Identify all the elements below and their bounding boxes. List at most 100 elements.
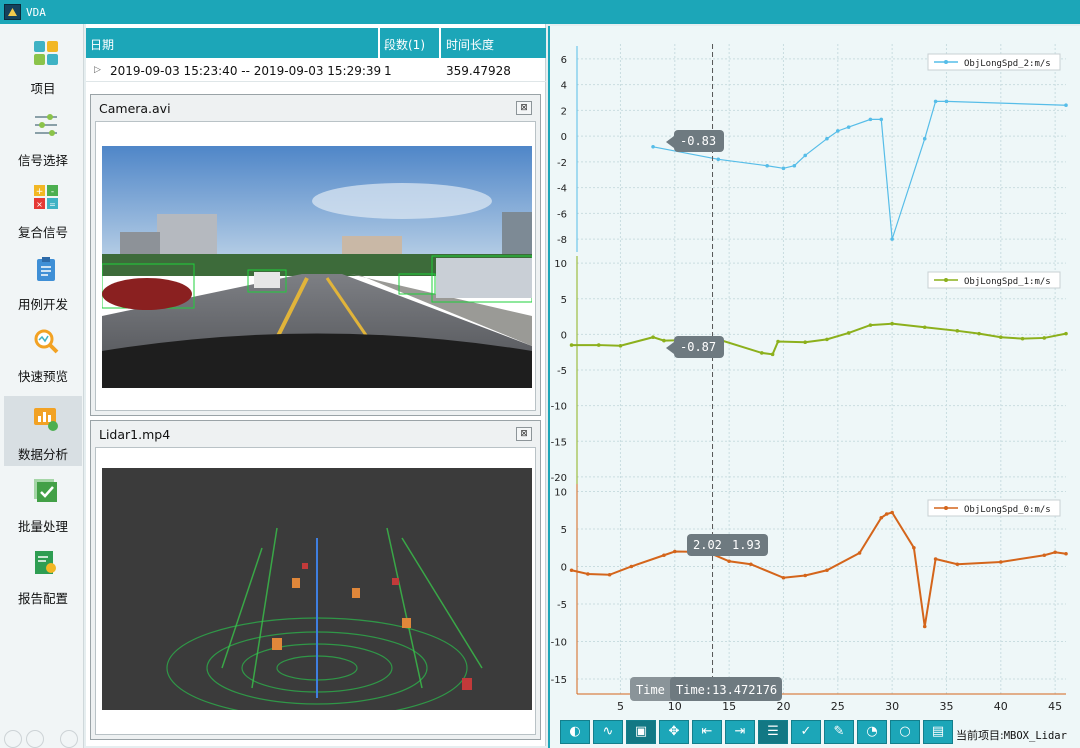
signal-plots[interactable]: 6420-2-4-6-8ObjLongSpd_2:m/s1050-5-10-15… bbox=[550, 26, 1080, 748]
project-grid-icon bbox=[34, 41, 58, 65]
lidar-pointcloud-image bbox=[102, 468, 532, 710]
y-tick-label: -5 bbox=[557, 366, 567, 377]
column-header-segments[interactable]: 段数(1) bbox=[384, 36, 425, 53]
data-point bbox=[846, 125, 851, 129]
data-point bbox=[765, 163, 769, 168]
expand-arrow-icon[interactable]: ▷ bbox=[94, 65, 101, 75]
data-point bbox=[868, 323, 873, 327]
data-point bbox=[607, 572, 612, 577]
cursor-right-icon[interactable]: ⇥ bbox=[725, 720, 755, 744]
chart-pane[interactable]: 6 4 2 0 -2 -4 -6 -8 ObjLongSpd_2:m/s 10 5 0 -5 -10 -15… bbox=[548, 26, 1080, 748]
tooltip-pointer bbox=[666, 342, 674, 354]
pin-icon[interactable]: ✎ bbox=[824, 720, 854, 744]
data-point bbox=[776, 339, 780, 344]
sidebar-item-signal-select[interactable]: 信号选择 bbox=[4, 102, 82, 172]
batch-check-icon bbox=[34, 479, 57, 502]
pie-icon[interactable]: ◔ bbox=[857, 720, 887, 744]
sidebar-item-label: 数据分析 bbox=[17, 447, 68, 462]
y-tick-label: -15 bbox=[551, 675, 567, 686]
x-tick-label: 40 bbox=[994, 700, 1008, 713]
lidar-window-title: Lidar1.mp4 bbox=[99, 427, 171, 442]
sidebar-item-project[interactable]: 项目 bbox=[4, 30, 82, 100]
sidebar: 项目 信号选择 + - × = 复合信号 用例开发 快速预览 数据分析 批量处理… bbox=[0, 24, 84, 748]
check-icon[interactable]: ✓ bbox=[791, 720, 821, 744]
sidebar-item-label: 项目 bbox=[30, 81, 56, 96]
palette-icon[interactable]: ◐ bbox=[560, 720, 590, 744]
current-project-label: 当前项目: bbox=[956, 729, 1004, 742]
sidebar-item-case-dev[interactable]: 用例开发 bbox=[4, 246, 82, 316]
data-point bbox=[596, 343, 601, 347]
data-point bbox=[770, 352, 775, 357]
column-header-duration[interactable]: 时间长度 bbox=[446, 36, 494, 53]
svg-text:=: = bbox=[49, 200, 56, 209]
time-readout: Time:13.472176 bbox=[676, 683, 777, 697]
legend-swatch-dot bbox=[944, 506, 948, 510]
legend-swatch-dot bbox=[944, 60, 948, 64]
data-point bbox=[825, 337, 829, 342]
y-tick-label: -10 bbox=[551, 402, 567, 413]
data-point bbox=[912, 545, 916, 550]
data-point bbox=[836, 129, 840, 133]
data-point bbox=[857, 551, 862, 555]
cursor-left-icon[interactable]: ⇤ bbox=[692, 720, 722, 744]
data-point bbox=[922, 325, 927, 330]
sidebar-item-label: 用例开发 bbox=[17, 297, 68, 312]
circle-icon[interactable]: ○ bbox=[890, 720, 920, 744]
y-tick-label: -20 bbox=[551, 473, 567, 484]
x-tick-label: 5 bbox=[617, 700, 624, 713]
current-project-value: MBOX_Lidar bbox=[1003, 730, 1067, 742]
data-point bbox=[1053, 550, 1057, 555]
sidebar-item-composite-signal[interactable]: + - × = 复合信号 bbox=[4, 174, 82, 244]
svg-text:×: × bbox=[36, 200, 43, 209]
x-tick-label: 10 bbox=[668, 700, 682, 713]
sidebar-item-quick-preview[interactable]: 快速预览 bbox=[4, 318, 82, 388]
column-header-date[interactable]: 日期 bbox=[90, 36, 114, 53]
select-box-icon[interactable]: ▣ bbox=[626, 720, 656, 744]
data-point bbox=[792, 163, 797, 168]
wave-icon[interactable]: ∿ bbox=[593, 720, 623, 744]
svg-text:-: - bbox=[51, 187, 54, 197]
app-title: VDA bbox=[26, 6, 46, 19]
save-icon[interactable]: ▤ bbox=[923, 720, 953, 744]
data-point bbox=[1064, 103, 1068, 108]
sidebar-item-report-config[interactable]: 报告配置 bbox=[4, 540, 82, 610]
sidebar-item-label: 报告配置 bbox=[17, 591, 68, 606]
tooltip-pointer bbox=[666, 136, 674, 148]
data-point bbox=[651, 335, 655, 340]
search-icon[interactable] bbox=[60, 730, 78, 748]
close-icon[interactable]: ⊠ bbox=[516, 427, 532, 441]
move-icon[interactable]: ✥ bbox=[659, 720, 689, 744]
list-icon[interactable]: ☰ bbox=[758, 720, 788, 744]
table-row[interactable]: ▷ 2019-09-03 15:23:40 -- 2019-09-03 15:2… bbox=[86, 58, 546, 82]
circle-button-icon[interactable] bbox=[26, 730, 44, 748]
signal-select-icon bbox=[35, 114, 57, 136]
data-point bbox=[749, 562, 753, 567]
data-point bbox=[890, 510, 894, 515]
y-tick-label: 0 bbox=[561, 132, 567, 143]
sidebar-item-label: 复合信号 bbox=[17, 225, 68, 240]
clipboard-dev-icon bbox=[37, 257, 55, 281]
close-icon[interactable]: ⊠ bbox=[516, 101, 532, 115]
data-point bbox=[922, 136, 927, 141]
circle-button-icon[interactable] bbox=[4, 730, 22, 748]
row-date: 2019-09-03 15:23:40 -- 2019-09-03 15:29:… bbox=[110, 64, 382, 78]
data-point bbox=[884, 512, 889, 516]
data-point bbox=[759, 351, 764, 355]
y-tick-label: 4 bbox=[561, 81, 567, 92]
camera-scene-image bbox=[102, 146, 532, 388]
data-point bbox=[569, 343, 574, 347]
camera-video-window[interactable]: Camera.avi ⊠ bbox=[90, 94, 541, 416]
sidebar-item-batch[interactable]: 批量处理 bbox=[4, 468, 82, 538]
data-point bbox=[890, 237, 894, 241]
data-point bbox=[662, 553, 666, 558]
data-point bbox=[868, 117, 873, 122]
data-point bbox=[825, 568, 829, 573]
data-point bbox=[846, 331, 851, 335]
lidar-video-window[interactable]: Lidar1.mp4 ⊠ bbox=[90, 420, 541, 740]
x-tick-label: 30 bbox=[885, 700, 899, 713]
title-bar: VDA bbox=[0, 0, 1080, 24]
left-pane: 日期 段数(1) 时间长度 ▷ 2019-09-03 15:23:40 -- 2… bbox=[86, 24, 546, 746]
data-point bbox=[1042, 553, 1047, 558]
data-point bbox=[999, 335, 1003, 340]
sidebar-item-data-analysis[interactable]: 数据分析 bbox=[4, 396, 82, 466]
